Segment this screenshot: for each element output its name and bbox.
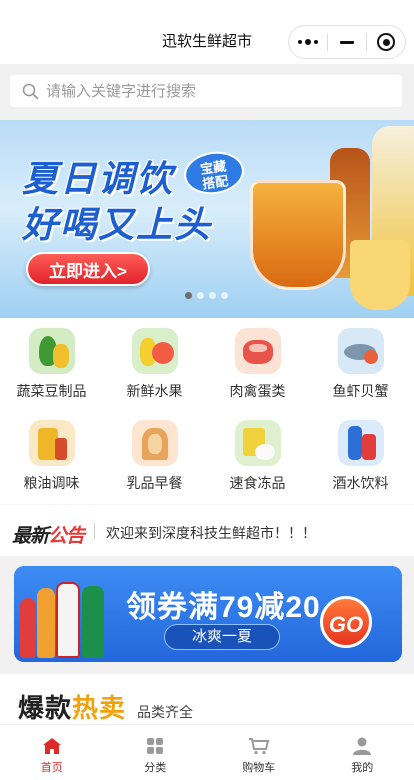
top-navigation-bar: 迅软生鲜超市 xyxy=(0,0,414,64)
more-icon xyxy=(298,39,318,45)
iced-drink-image xyxy=(250,180,346,290)
tab-profile[interactable]: 我的 xyxy=(311,725,414,780)
banner-headline-1: 夏日调饮 xyxy=(22,158,175,199)
carousel-dot[interactable] xyxy=(221,292,228,299)
promo-banner-carousel[interactable]: 夏日调饮 好喝又上头 宝藏 搭配 立即进入> xyxy=(0,120,414,318)
carousel-indicators xyxy=(185,292,228,299)
category-label: 速食冻品 xyxy=(229,475,286,491)
coupon-title: 领券满79减20 xyxy=(126,591,321,624)
category-grain-oil[interactable]: 粮油调味 xyxy=(0,420,103,493)
announcement-tag: 最新公告 xyxy=(12,526,85,547)
carousel-dot[interactable] xyxy=(185,292,192,299)
announcement-text: 欢迎来到深度科技生鲜超市！！！ xyxy=(106,525,316,541)
search-area xyxy=(0,64,414,120)
category-seafood[interactable]: 鱼虾贝蟹 xyxy=(309,328,412,401)
bottom-tab-bar: 首页 分类 购物车 我的 xyxy=(0,724,414,780)
bread-icon xyxy=(131,420,178,466)
category-meat[interactable]: 肉禽蛋类 xyxy=(206,328,309,401)
beverage-bottles-image xyxy=(20,574,118,658)
promo-section: 领券满79减20 冰爽一夏 GO xyxy=(0,556,414,674)
carousel-dot[interactable] xyxy=(197,292,204,299)
category-grid: 蔬菜豆制品 新鲜水果 肉禽蛋类 鱼虾贝蟹 粮油调味 乳品早餐 速食冻品 酒水饮料 xyxy=(0,318,414,504)
carousel-dot[interactable] xyxy=(209,292,216,299)
seafood-icon xyxy=(337,328,384,374)
frozen-food-icon xyxy=(234,420,281,466)
search-box[interactable] xyxy=(10,75,402,107)
minimize-button[interactable] xyxy=(328,26,366,58)
tab-category[interactable]: 分类 xyxy=(104,725,208,780)
banner-badge: 宝藏 搭配 xyxy=(181,148,247,198)
category-drinks[interactable]: 酒水饮料 xyxy=(309,420,412,493)
announcement-bar[interactable]: 最新公告 欢迎来到深度科技生鲜超市！！！ xyxy=(0,504,414,556)
vegetables-icon xyxy=(28,328,75,374)
meat-icon xyxy=(234,328,281,374)
hot-sale-header: 爆款热卖 品类齐全 xyxy=(0,674,414,724)
hot-sale-title: 爆款热卖 xyxy=(18,693,127,723)
enter-now-button[interactable]: 立即进入> xyxy=(26,252,150,286)
mini-program-capsule xyxy=(288,25,406,59)
category-label: 酒水饮料 xyxy=(332,475,389,491)
close-button[interactable] xyxy=(367,26,405,58)
fruit-cup-image xyxy=(350,240,410,310)
category-fruit[interactable]: 新鲜水果 xyxy=(103,328,206,401)
tab-cart[interactable]: 购物车 xyxy=(207,725,311,780)
category-label: 鱼虾贝蟹 xyxy=(332,383,389,399)
category-label: 粮油调味 xyxy=(23,475,80,491)
tab-label: 我的 xyxy=(351,762,374,774)
category-label: 新鲜水果 xyxy=(126,383,183,399)
category-vegetables[interactable]: 蔬菜豆制品 xyxy=(0,328,103,401)
hot-sale-subtitle: 品类齐全 xyxy=(137,704,193,720)
more-options-button[interactable] xyxy=(289,26,327,58)
close-target-icon xyxy=(377,33,395,51)
user-icon xyxy=(353,737,372,755)
tab-label: 分类 xyxy=(144,762,167,774)
banner-headline-2: 好喝又上头 xyxy=(22,204,213,245)
coupon-subtitle: 冰爽一夏 xyxy=(164,624,280,650)
home-icon xyxy=(42,738,61,754)
fruit-icon xyxy=(131,328,178,374)
search-input[interactable] xyxy=(46,82,376,100)
category-dairy[interactable]: 乳品早餐 xyxy=(103,420,206,493)
oil-icon xyxy=(28,420,75,466)
category-label: 肉禽蛋类 xyxy=(229,383,286,399)
tab-label: 购物车 xyxy=(242,762,276,774)
category-grid-icon xyxy=(147,738,164,754)
tab-label: 首页 xyxy=(40,762,63,774)
search-icon xyxy=(22,83,39,99)
tab-home[interactable]: 首页 xyxy=(0,725,104,780)
category-frozen[interactable]: 速食冻品 xyxy=(206,420,309,493)
shopping-cart-icon xyxy=(248,738,270,755)
category-label: 乳品早餐 xyxy=(126,475,183,491)
go-button[interactable]: GO xyxy=(320,596,372,648)
minimize-icon xyxy=(340,40,354,44)
category-label: 蔬菜豆制品 xyxy=(16,383,87,399)
coupon-banner[interactable]: 领券满79减20 冰爽一夏 GO xyxy=(14,566,402,662)
drinks-icon xyxy=(337,420,384,466)
